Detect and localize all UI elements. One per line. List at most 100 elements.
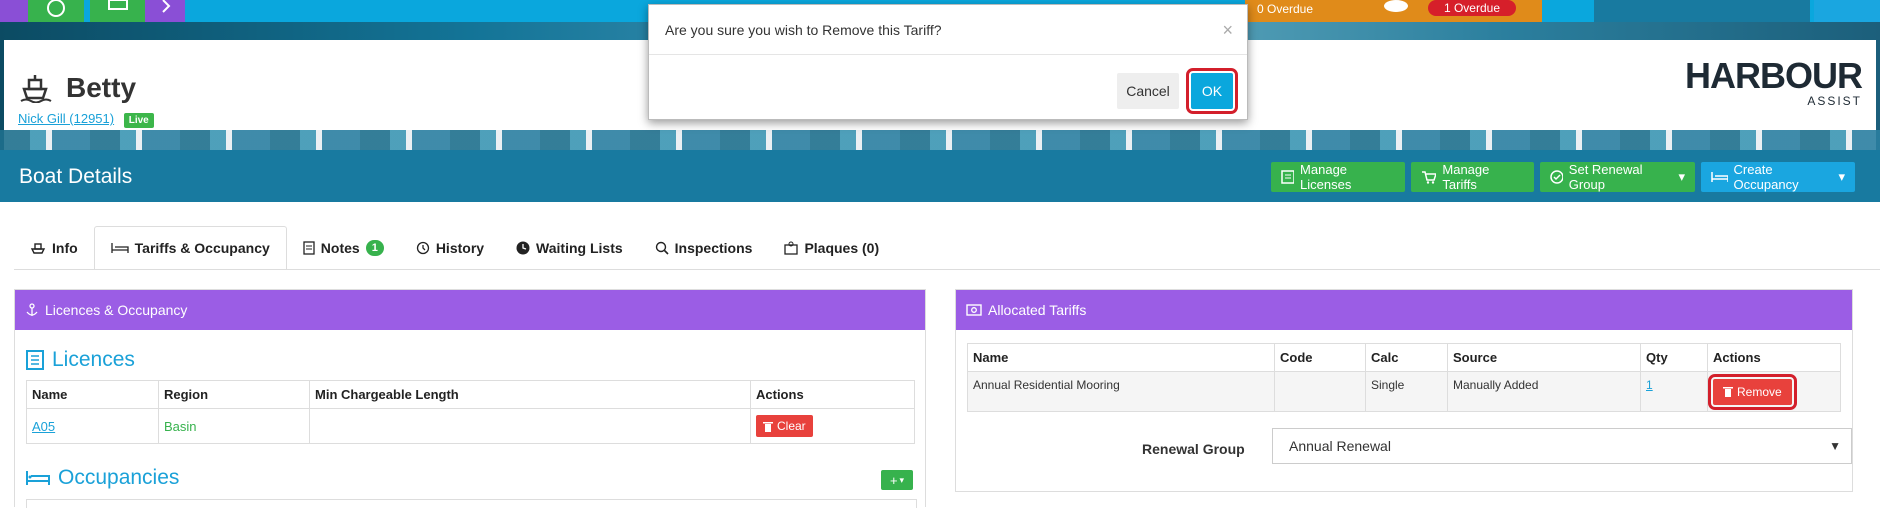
tab-notes-label: Notes (320, 240, 360, 256)
trash-icon (763, 421, 773, 432)
overdue-alert-b[interactable]: 1 Overdue (1428, 0, 1516, 16)
owner-line: Nick Gill (12951) Live (18, 111, 154, 128)
create-occupancy-button[interactable]: Create Occupancy ▾ (1701, 162, 1855, 192)
tab-bar: Info Tariffs & Occupancy Notes 1 History… (14, 226, 895, 270)
caret-down-icon: ▾ (1678, 169, 1685, 184)
clock-icon (516, 241, 530, 255)
history-icon (416, 241, 429, 255)
manage-tariffs-label: Manage Tariffs (1442, 162, 1490, 192)
tab-history[interactable]: History (400, 226, 500, 270)
licence-min-length (309, 408, 751, 444)
occupancies-table (26, 499, 917, 508)
add-label: + (889, 472, 898, 488)
col-min-length: Min Chargeable Length (309, 380, 751, 409)
col-source: Source (1447, 343, 1641, 372)
renewal-group-select[interactable]: Annual Renewal ▼ (1272, 428, 1852, 464)
owner-link[interactable]: Nick Gill (12951) (18, 111, 114, 126)
renewal-group-row: Renewal Group Annual Renewal ▼ (960, 428, 1852, 468)
cart-icon (1422, 171, 1437, 184)
harbour-assist-logo: HARBOUR ASSIST (1685, 55, 1863, 109)
tariffs-panel-header: Allocated Tariffs (956, 290, 1852, 330)
boat-name: Betty (66, 72, 137, 103)
tab-plaques[interactable]: Plaques (0) (768, 226, 895, 270)
harbour-menu[interactable] (1700, 0, 1810, 22)
col-qty: Qty (1640, 343, 1708, 372)
home-icon (108, 0, 128, 10)
caret-down-icon: ▾ (899, 474, 905, 485)
notes-count-badge: 1 (365, 240, 384, 256)
tariffs-header-row: Name Code Calc Source Qty Actions (967, 343, 1841, 372)
settings-menu[interactable] (1814, 0, 1880, 22)
caret-down-icon: ▼ (1829, 439, 1841, 453)
nav-square-purple[interactable] (0, 0, 28, 22)
renewal-group-value: Annual Renewal (1289, 438, 1391, 454)
col-actions: Actions (750, 380, 915, 409)
status-badge: Live (123, 113, 154, 128)
create-occupancy-label: Create Occupancy (1733, 162, 1799, 192)
manage-tariffs-button[interactable]: Manage Tariffs (1411, 162, 1534, 192)
harbour-photo-strip (0, 130, 1880, 152)
ok-button[interactable]: OK (1186, 68, 1238, 114)
licences-occupancy-panel: Licences & Occupancy Licences Name Regio… (14, 289, 926, 508)
tab-inspections[interactable]: Inspections (639, 226, 769, 270)
nav-square-home[interactable] (90, 0, 145, 22)
overdue-a-label: 0 Overdue (1257, 2, 1314, 16)
set-renewal-group-label: Set Renewal Group (1568, 162, 1643, 192)
license-icon (1281, 170, 1295, 184)
dialog-question: Are you sure you wish to Remove this Tar… (665, 22, 942, 38)
money-icon (966, 304, 982, 316)
confirm-remove-dialog: Are you sure you wish to Remove this Tar… (648, 4, 1248, 120)
tab-tariffs-occupancy[interactable]: Tariffs & Occupancy (93, 226, 287, 270)
manage-licenses-label: Manage Licenses (1300, 162, 1352, 192)
search-icon (655, 241, 669, 255)
clear-button[interactable]: Clear (756, 415, 813, 437)
boat-title: Betty (18, 72, 136, 104)
tab-info-label: Info (52, 240, 78, 256)
bed-icon (26, 471, 50, 485)
col-name: Name (26, 380, 159, 409)
licence-icon (26, 350, 44, 370)
refresh-icon (47, 0, 65, 17)
plaque-icon (784, 241, 799, 255)
col-actions: Actions (1707, 343, 1841, 372)
licences-table: Name Region Min Chargeable Length Action… (26, 380, 915, 444)
tariff-code (1274, 371, 1366, 412)
close-icon[interactable]: × (1222, 20, 1233, 41)
tab-plaques-label: Plaques (0) (804, 240, 880, 256)
user-icon-area[interactable] (1378, 0, 1414, 22)
manage-licenses-button[interactable]: Manage Licenses (1271, 162, 1405, 192)
add-occupancy-button[interactable]: + ▾ (881, 470, 913, 490)
nav-square-refresh[interactable] (28, 0, 84, 22)
chevron-right-icon (162, 0, 171, 13)
tariff-source: Manually Added (1447, 371, 1641, 412)
dialog-divider (649, 54, 1247, 55)
check-circle-icon (1550, 170, 1563, 184)
tab-waiting-lists-label: Waiting Lists (536, 240, 623, 256)
licence-region: Basin (158, 408, 310, 444)
bed-icon (111, 243, 129, 253)
tariffs-table: Name Code Calc Source Qty Actions Annual… (967, 343, 1841, 412)
trash-icon (1723, 387, 1733, 397)
licence-link[interactable]: A05 (32, 419, 55, 434)
bed-icon (1711, 172, 1728, 182)
licences-panel-title: Licences & Occupancy (45, 302, 188, 318)
tab-notes[interactable]: Notes 1 (287, 226, 400, 270)
clear-label: Clear (777, 419, 806, 433)
tab-tariffs-label: Tariffs & Occupancy (134, 240, 270, 256)
tariff-qty-link[interactable]: 1 (1646, 378, 1653, 392)
table-row: Annual Residential Mooring Single Manual… (967, 371, 1841, 412)
tab-waiting-lists[interactable]: Waiting Lists (500, 226, 639, 270)
tab-divider (14, 269, 1880, 270)
renewal-group-label: Renewal Group (1142, 441, 1245, 457)
cancel-button[interactable]: Cancel (1117, 73, 1179, 109)
nav-square-forward[interactable] (145, 0, 185, 22)
col-calc: Calc (1365, 343, 1448, 372)
tab-info[interactable]: Info (14, 226, 94, 270)
tariff-calc: Single (1365, 371, 1448, 412)
set-renewal-group-button[interactable]: Set Renewal Group ▾ (1540, 162, 1695, 192)
tab-inspections-label: Inspections (674, 240, 753, 256)
licences-header-row: Name Region Min Chargeable Length Action… (26, 380, 915, 409)
col-code: Code (1274, 343, 1366, 372)
logo-main: HARBOUR (1685, 55, 1863, 96)
remove-tariff-button[interactable]: Remove (1708, 373, 1797, 410)
